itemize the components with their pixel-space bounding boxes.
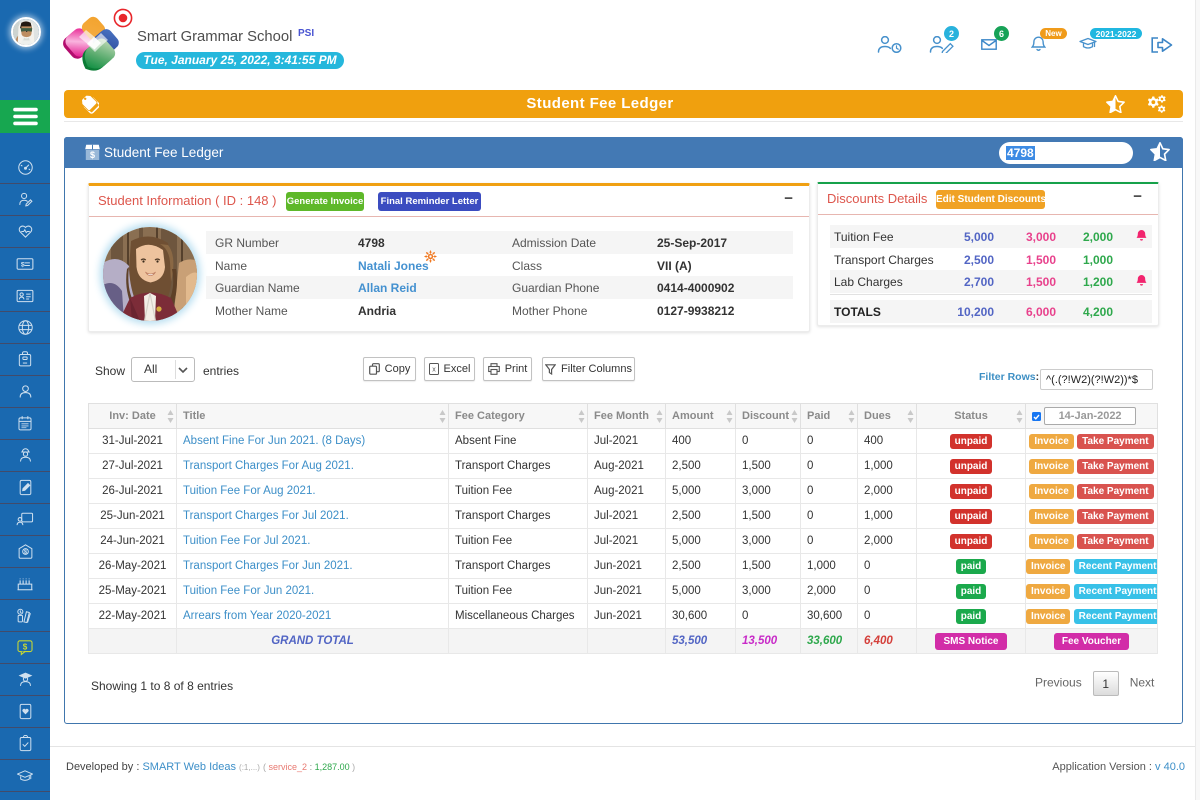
svg-text:x: x	[432, 367, 436, 374]
svg-text:$: $	[21, 261, 25, 268]
svg-text:$: $	[90, 150, 95, 160]
svg-text:$: $	[23, 549, 27, 555]
svg-text:$: $	[23, 642, 28, 651]
